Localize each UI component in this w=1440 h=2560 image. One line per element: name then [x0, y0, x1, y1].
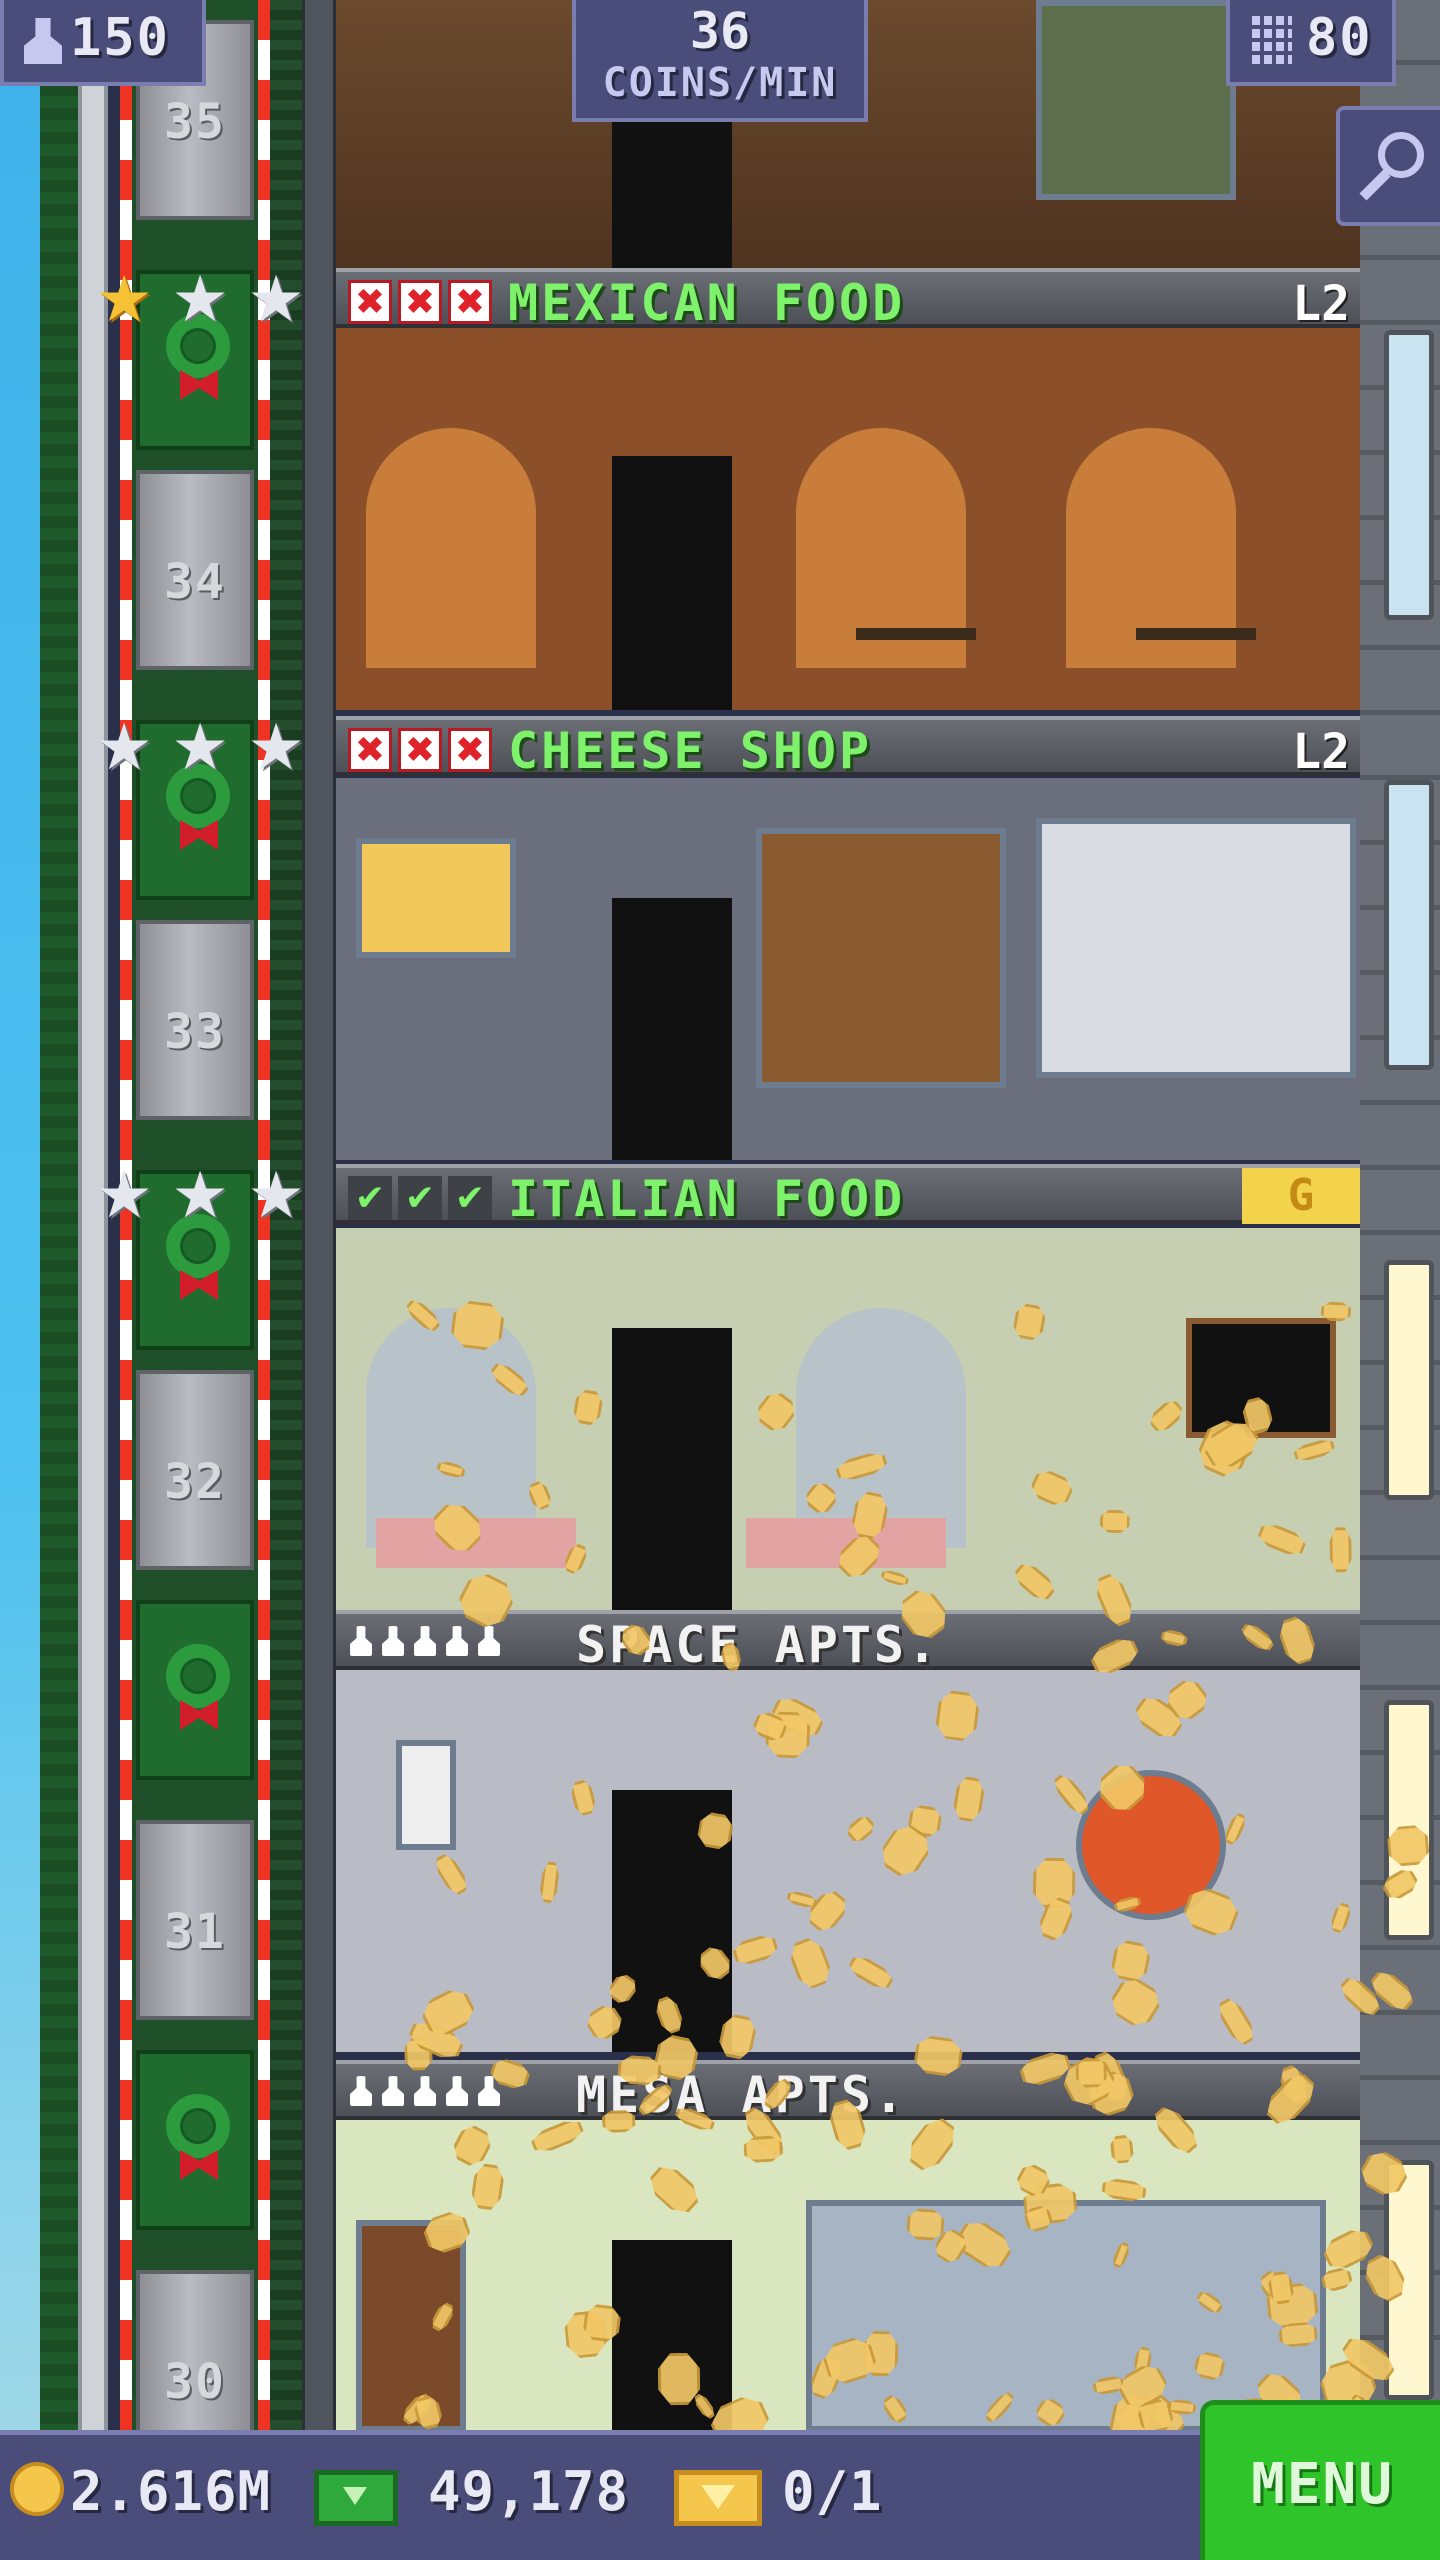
menu-button[interactable]: MENU	[1200, 2400, 1440, 2560]
star-icon: ★	[247, 711, 305, 785]
floor-number: 34	[164, 554, 226, 610]
floor-interior-cheese-shop[interactable]	[336, 778, 1360, 1160]
coins-balance[interactable]: 2.616M	[70, 2460, 271, 2523]
person-icon	[350, 2076, 372, 2106]
floor-label-italian-food[interactable]: ✔ ✔ ✔ ITALIAN FOOD G	[336, 1164, 1360, 1228]
star-icon: ★	[171, 1159, 229, 1233]
magnifier-handle	[1359, 169, 1391, 201]
window-panel	[1384, 330, 1434, 620]
person-icon	[350, 1626, 372, 1656]
wreath-icon	[166, 2094, 230, 2158]
floor-name: MEXICAN FOOD	[508, 274, 906, 332]
table	[1136, 628, 1256, 640]
star-icon: ★	[247, 1159, 305, 1233]
coins-rate-value: 36	[689, 2, 751, 60]
coins-rate-unit: COINS/MIN	[602, 60, 838, 106]
elevator-floor-33[interactable]: 33	[136, 920, 254, 1120]
bux-balance[interactable]: 49,178	[428, 2460, 629, 2523]
door	[612, 1328, 732, 1610]
cheese-wheel	[356, 838, 516, 958]
stock-status: ✔ ✔ ✔	[348, 1176, 492, 1220]
star-icon: ★	[95, 711, 153, 785]
coins-per-minute[interactable]: 36 COINS/MIN	[572, 0, 868, 122]
check-icon: ✔	[348, 1176, 392, 1220]
floor-interior-space-apts[interactable]	[336, 1670, 1360, 2052]
building-icon	[1252, 16, 1292, 68]
wreath-tile	[136, 1600, 254, 1780]
x-icon: ✖	[348, 280, 392, 324]
person-icon	[414, 1626, 436, 1656]
person-icon	[446, 2076, 468, 2106]
elevator-floor-31[interactable]: 31	[136, 1820, 254, 2020]
stock-status: ✖ ✖ ✖	[348, 280, 492, 324]
x-icon: ✖	[348, 728, 392, 772]
star-icon: ★	[171, 263, 229, 337]
person-icon	[414, 2076, 436, 2106]
person-icon	[446, 1626, 468, 1656]
arch	[366, 428, 536, 668]
window-panel	[1384, 780, 1434, 1070]
floor-number: 35	[164, 94, 226, 150]
floor-label-cheese-shop[interactable]: ✖ ✖ ✖ CHEESE SHOP L2	[336, 716, 1360, 780]
floor-level: L2	[1292, 724, 1350, 780]
floor-number: 33	[164, 1004, 226, 1060]
star-icon: ★	[95, 1159, 153, 1233]
poster	[396, 1740, 456, 1850]
window-panel	[1384, 1700, 1434, 1940]
residents	[350, 2076, 500, 2106]
display-case	[1036, 818, 1356, 1078]
person-icon	[382, 1626, 404, 1656]
ticket-icon	[674, 2470, 762, 2526]
check-icon: ✔	[398, 1176, 442, 1220]
floor-interior-mexican-food[interactable]	[336, 328, 1360, 710]
floor-rating-stars: ★ ★ ★	[92, 716, 308, 786]
x-icon: ✖	[448, 280, 492, 324]
window-panel	[1384, 1260, 1434, 1500]
window	[806, 2200, 1326, 2432]
residents	[350, 1626, 500, 1656]
floor-label-mexican-food[interactable]: ✖ ✖ ✖ MEXICAN FOOD L2	[336, 268, 1360, 332]
elevator-floor-34[interactable]: 34	[136, 470, 254, 670]
x-icon: ✖	[448, 728, 492, 772]
floor-number: 30	[164, 2354, 226, 2410]
bookshelf	[356, 2220, 466, 2432]
population-counter[interactable]: 150	[0, 0, 206, 86]
star-icon: ★	[95, 263, 153, 337]
check-icon: ✔	[448, 1176, 492, 1220]
floor-level-badge: G	[1242, 1168, 1360, 1224]
wreath-tile	[136, 2050, 254, 2230]
floor-number: 31	[164, 1904, 226, 1960]
elevator-floor-32[interactable]: 32	[136, 1370, 254, 1570]
floor-rating-stars: ★ ★ ★	[92, 1164, 308, 1234]
zoom-button[interactable]	[1336, 106, 1440, 226]
star-icon: ★	[171, 711, 229, 785]
floor-name: ITALIAN FOOD	[508, 1170, 906, 1228]
floor-counter[interactable]: 80	[1226, 0, 1396, 86]
window	[1036, 0, 1236, 200]
floor-name: CHEESE SHOP	[508, 722, 873, 780]
door	[612, 898, 732, 1160]
population-value: 150	[70, 8, 170, 68]
person-icon	[24, 18, 62, 64]
x-icon: ✖	[398, 280, 442, 324]
x-icon: ✖	[398, 728, 442, 772]
wreath-icon	[166, 1644, 230, 1708]
cash-icon	[314, 2470, 398, 2526]
floor-count-value: 80	[1306, 8, 1373, 68]
person-icon	[478, 1626, 500, 1656]
floor-number: 32	[164, 1454, 226, 1510]
door	[612, 120, 732, 268]
coin-icon	[10, 2462, 64, 2516]
star-icon: ★	[247, 263, 305, 337]
table	[856, 628, 976, 640]
door	[612, 456, 732, 710]
floor-level: L2	[1292, 276, 1350, 332]
shelf	[756, 828, 1006, 1088]
tickets-count[interactable]: 0/1	[782, 2460, 883, 2523]
floor-rating-stars: ★ ★ ★	[92, 268, 308, 338]
stock-status: ✖ ✖ ✖	[348, 728, 492, 772]
person-icon	[382, 2076, 404, 2106]
